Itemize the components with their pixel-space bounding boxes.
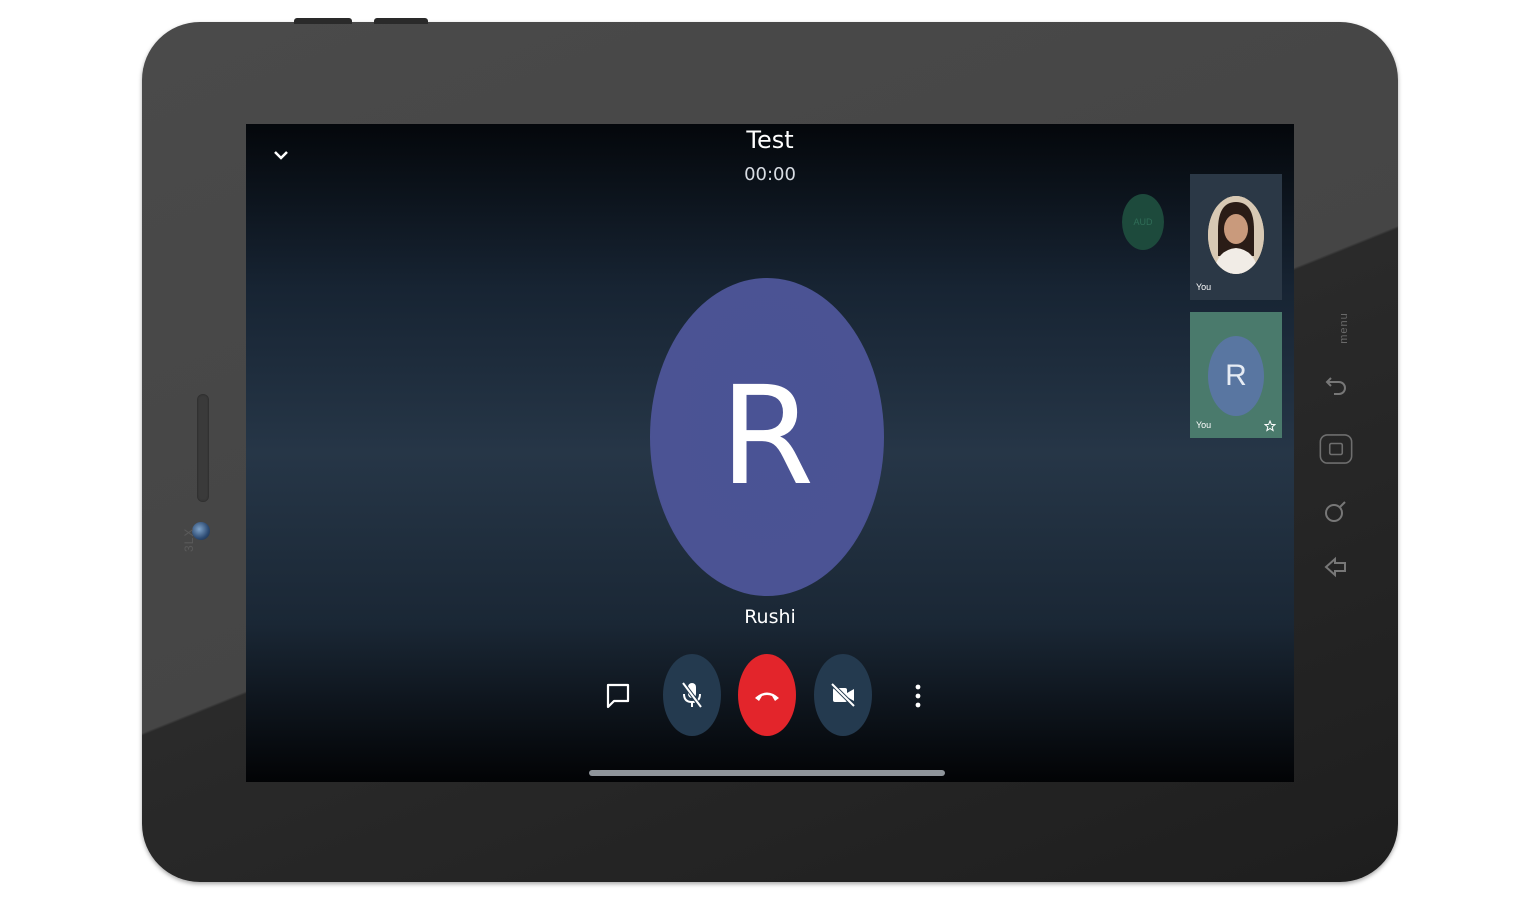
mic-off-icon (681, 681, 703, 709)
participant-name-label: Rushi (744, 606, 796, 628)
call-controls (246, 654, 1294, 740)
chat-icon (606, 683, 630, 709)
more-vertical-icon (915, 684, 921, 708)
participant-avatar: R (650, 278, 884, 596)
chat-button[interactable] (600, 678, 636, 714)
video-off-icon (830, 682, 856, 708)
speaker-grille (197, 394, 209, 502)
participant-photo (1208, 196, 1264, 274)
search-key-icon[interactable] (1318, 498, 1354, 528)
star-icon (1264, 420, 1276, 432)
brand-label: 3LX (182, 527, 196, 552)
mute-button[interactable] (663, 654, 721, 736)
power-button[interactable] (294, 18, 352, 24)
call-timer: 00:00 (744, 164, 796, 185)
home-indicator[interactable] (589, 770, 945, 776)
participant-tile[interactable]: R You (1190, 312, 1282, 438)
return-key-icon[interactable] (1318, 552, 1354, 582)
participant-avatar: R (1208, 336, 1264, 416)
end-call-icon (755, 692, 779, 701)
end-call-button[interactable] (738, 654, 796, 736)
participant-tile[interactable]: You (1190, 174, 1282, 300)
camera-toggle-button[interactable] (814, 654, 872, 736)
call-screen: Test 00:00 AUD You R You R Rushi (246, 124, 1294, 782)
audio-badge[interactable]: AUD (1122, 194, 1164, 250)
back-key-icon[interactable] (1318, 370, 1354, 400)
participant-name: You (1196, 282, 1212, 292)
participant-name: You (1196, 420, 1212, 430)
home-key[interactable] (1318, 434, 1354, 464)
volume-button[interactable] (374, 18, 428, 24)
more-options-button[interactable] (904, 678, 932, 714)
menu-label: menu (1337, 312, 1350, 344)
call-title: Test (746, 126, 794, 154)
